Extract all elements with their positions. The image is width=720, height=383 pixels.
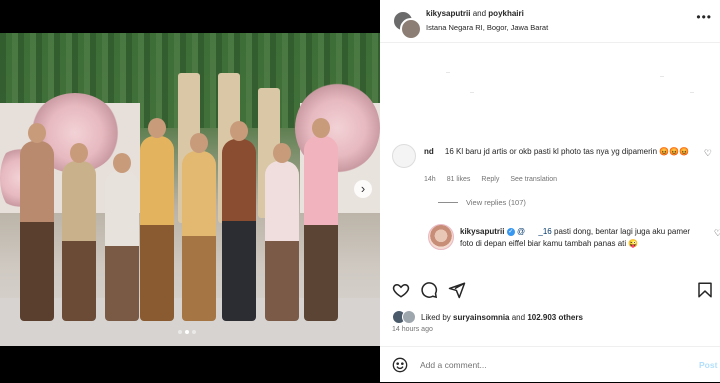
comment-likes[interactable]: 81 likes — [447, 176, 471, 183]
avatar[interactable] — [400, 18, 422, 40]
reply-comment: kikysaputrii ✓ @ _16 pasti dong, bentar … — [428, 224, 720, 270]
comment-time: 14h — [424, 176, 436, 183]
comment: nd 16 Kl baru jd artis or okb pasti kl p… — [392, 144, 712, 188]
post-location[interactable]: Istana Negara RI, Bogor, Jawa Barat — [426, 23, 548, 32]
avatar — [402, 310, 416, 324]
author-username[interactable]: poykhairi — [488, 9, 524, 18]
likes-summary: Liked by suryainsomnia and 102.903 other… — [392, 309, 583, 325]
comment-icon[interactable] — [420, 281, 438, 299]
liker-username[interactable]: suryainsomnia — [453, 313, 509, 322]
action-bar — [392, 281, 714, 299]
comment-input[interactable]: Add a comment... — [420, 360, 487, 370]
carousel-dots — [178, 330, 196, 334]
see-translation-link[interactable]: See translation — [510, 176, 557, 183]
reply-text: kikysaputrii ✓ @ _16 pasti dong, bentar … — [460, 227, 691, 248]
carousel-dot — [178, 330, 182, 334]
heart-icon[interactable]: ♡ — [714, 228, 720, 239]
post-sidebar: kikysaputrii and poykhairi Istana Negara… — [380, 0, 720, 382]
author-username[interactable]: kikysaputrii — [426, 9, 470, 18]
post-time: 14 hours ago — [392, 326, 433, 333]
reply-username[interactable]: kikysaputrii — [460, 227, 504, 236]
post-media: › — [0, 0, 380, 382]
avatar[interactable] — [428, 224, 454, 250]
share-icon[interactable] — [448, 281, 466, 299]
verified-icon: ✓ — [506, 228, 515, 236]
avatar[interactable] — [392, 144, 416, 168]
reply-link[interactable]: Reply — [481, 176, 499, 183]
comment-username[interactable]: nd — [424, 147, 434, 156]
post-authors: kikysaputrii and poykhairi — [426, 9, 524, 18]
heart-icon[interactable]: ♡ — [704, 148, 712, 159]
emoji-icon[interactable] — [392, 357, 408, 373]
next-icon[interactable]: › — [354, 180, 372, 198]
bookmark-icon[interactable] — [696, 281, 714, 299]
add-comment-bar: Add a comment... Post — [380, 346, 720, 383]
view-replies-button[interactable]: View replies (107) — [438, 198, 526, 207]
hidden-caption-area — [390, 62, 710, 122]
comment-meta: 14h 81 likes Reply See translation — [424, 176, 557, 183]
post-photo — [0, 33, 380, 346]
post-header: kikysaputrii and poykhairi Istana Negara… — [380, 0, 720, 43]
carousel-dot-active — [185, 330, 189, 334]
mention-link[interactable]: @ _16 — [517, 227, 552, 236]
more-icon[interactable]: ••• — [696, 10, 712, 24]
heart-icon[interactable] — [392, 281, 410, 299]
post-button[interactable]: Post — [699, 360, 717, 370]
carousel-dot — [192, 330, 196, 334]
comment-text: nd 16 Kl baru jd artis or okb pasti kl p… — [424, 147, 690, 156]
collab-avatars[interactable] — [392, 10, 422, 40]
likes-others-link[interactable]: 102.903 others — [527, 313, 583, 322]
